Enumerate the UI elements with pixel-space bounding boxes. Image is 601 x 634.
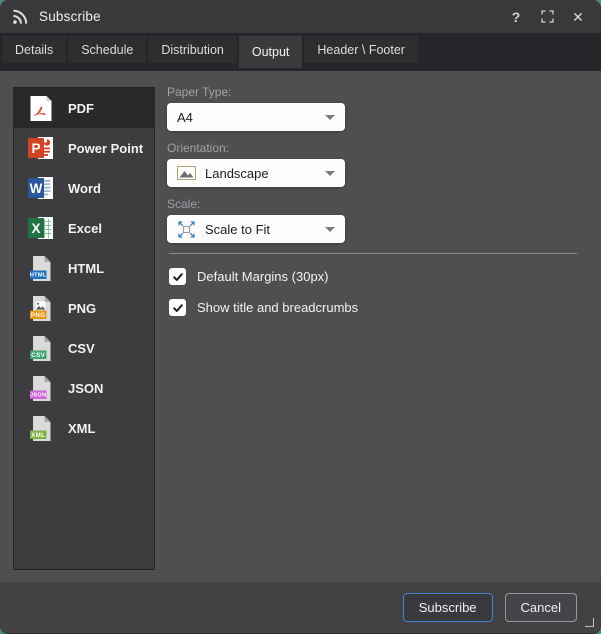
sidebar-item-label: JSON <box>68 381 103 396</box>
sidebar-item-label: Excel <box>68 221 102 236</box>
xml-file-icon: XML <box>27 415 55 442</box>
help-button[interactable]: ? <box>505 6 527 28</box>
output-tab-content: PDF P Power Point <box>0 71 601 582</box>
sidebar-item-png[interactable]: PNG PNG <box>14 288 154 328</box>
chevron-down-icon <box>325 115 335 120</box>
checkbox-show-title-breadcrumbs[interactable]: Show title and breadcrumbs <box>169 299 577 316</box>
sidebar-item-label: HTML <box>68 261 104 276</box>
orientation-value: Landscape <box>205 166 269 181</box>
tab-details[interactable]: Details <box>2 36 66 63</box>
close-button[interactable]: ✕ <box>567 6 589 28</box>
orientation-select[interactable]: Landscape <box>167 159 345 187</box>
sidebar-item-label: XML <box>68 421 95 436</box>
scale-to-fit-icon <box>177 220 196 239</box>
tab-output[interactable]: Output <box>239 36 303 68</box>
sidebar-item-html[interactable]: HTML HTML <box>14 248 154 288</box>
word-letter: W <box>30 181 43 196</box>
pdf-output-options: Paper Type: A4 Orientation: Landscape Sc… <box>155 71 601 582</box>
sidebar-item-csv[interactable]: CSV CSV <box>14 328 154 368</box>
orientation-label: Orientation: <box>167 141 577 155</box>
csv-badge-text: CSV <box>31 351 45 358</box>
excel-letter: X <box>31 221 40 236</box>
cancel-button[interactable]: Cancel <box>505 593 577 622</box>
tab-bar: Details Schedule Distribution Output Hea… <box>0 33 601 71</box>
html-file-icon: HTML <box>27 255 55 282</box>
csv-file-icon: CSV <box>27 335 55 362</box>
pdf-icon <box>27 95 55 122</box>
sidebar-item-label: CSV <box>68 341 95 356</box>
tab-header-footer[interactable]: Header \ Footer <box>304 36 418 63</box>
format-list: PDF P Power Point <box>13 87 155 570</box>
chevron-down-icon <box>325 227 335 232</box>
chevron-down-icon <box>325 171 335 176</box>
titlebar: Subscribe ? ✕ <box>0 0 601 33</box>
html-badge-text: HTML <box>30 272 47 278</box>
paper-type-select[interactable]: A4 <box>167 103 345 131</box>
json-file-icon: JSON <box>27 375 55 402</box>
sidebar-item-pdf[interactable]: PDF <box>14 88 154 128</box>
rss-subscribe-icon <box>10 7 30 26</box>
word-icon: W <box>27 175 55 201</box>
maximize-button[interactable] <box>536 6 558 28</box>
sidebar-item-powerpoint[interactable]: P Power Point <box>14 128 154 168</box>
png-badge-text: PNG <box>31 311 46 318</box>
paper-type-label: Paper Type: <box>167 85 577 99</box>
sidebar-item-word[interactable]: W Word <box>14 168 154 208</box>
maximize-icon <box>541 10 554 23</box>
sidebar-item-label: PDF <box>68 101 94 116</box>
window-title: Subscribe <box>39 9 101 24</box>
scale-label: Scale: <box>167 197 577 211</box>
sidebar-item-json[interactable]: JSON JSON <box>14 368 154 408</box>
tab-distribution[interactable]: Distribution <box>148 36 237 63</box>
sidebar-item-excel[interactable]: X Excel <box>14 208 154 248</box>
subscribe-button[interactable]: Subscribe <box>403 593 493 622</box>
powerpoint-letter: P <box>31 141 40 156</box>
paper-type-value: A4 <box>177 110 193 125</box>
excel-icon: X <box>27 215 55 241</box>
checkbox-default-margins[interactable]: Default Margins (30px) <box>169 268 577 285</box>
sidebar-item-label: Word <box>68 181 101 196</box>
subscribe-dialog: Subscribe ? ✕ Details Schedule Distribut… <box>0 0 601 634</box>
scale-value: Scale to Fit <box>205 222 270 237</box>
json-badge-text: JSON <box>30 392 46 398</box>
scale-select[interactable]: Scale to Fit <box>167 215 345 243</box>
sidebar-item-label: Power Point <box>68 141 143 156</box>
section-divider <box>169 253 577 254</box>
sidebar-item-xml[interactable]: XML XML <box>14 408 154 448</box>
powerpoint-icon: P <box>27 135 55 161</box>
checkbox-label: Show title and breadcrumbs <box>197 300 358 315</box>
checkbox-label: Default Margins (30px) <box>197 269 329 284</box>
png-file-icon: PNG <box>27 295 55 322</box>
checkbox-checked-icon <box>169 268 186 285</box>
resize-grip[interactable] <box>585 618 594 627</box>
dialog-footer: Subscribe Cancel <box>0 582 601 633</box>
sidebar-item-label: PNG <box>68 301 96 316</box>
landscape-icon <box>177 166 196 180</box>
tab-schedule[interactable]: Schedule <box>68 36 146 63</box>
checkbox-checked-icon <box>169 299 186 316</box>
xml-badge-text: XML <box>31 431 45 438</box>
